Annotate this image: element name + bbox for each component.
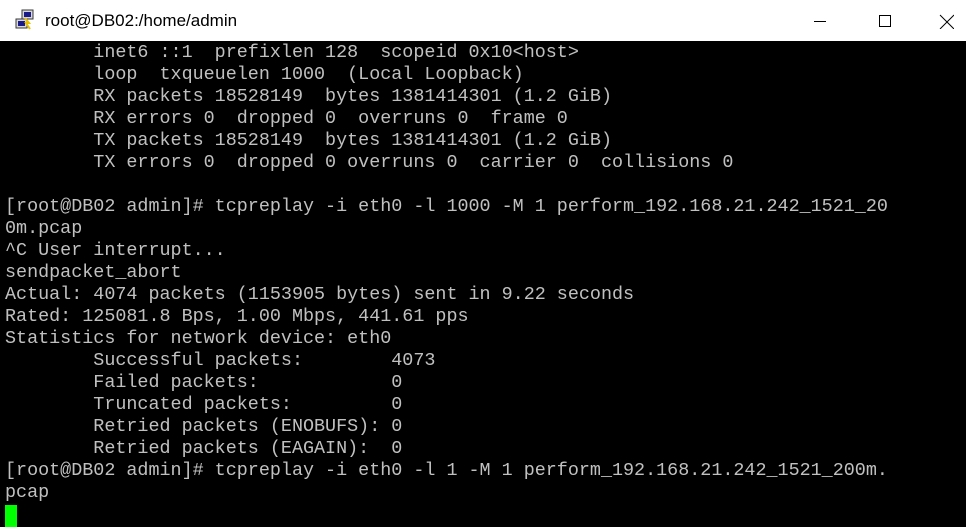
terminal-line: Statistics for network device: eth0 bbox=[5, 328, 392, 349]
close-button[interactable] bbox=[925, 0, 966, 41]
terminal-window: root@DB02:/home/admin inet6 ::1 prefixle… bbox=[0, 0, 966, 527]
terminal-line: sendpacket_abort bbox=[5, 262, 182, 283]
maximize-icon bbox=[879, 14, 891, 27]
terminal-line: 0m.pcap bbox=[5, 218, 83, 239]
terminal-output[interactable]: inet6 ::1 prefixlen 128 scopeid 0x10<hos… bbox=[0, 41, 966, 527]
terminal-line: ^C User interrupt... bbox=[5, 240, 226, 261]
terminal-line: inet6 ::1 prefixlen 128 scopeid 0x10<hos… bbox=[5, 42, 579, 63]
terminal-line: [root@DB02 admin]# tcpreplay -i eth0 -l … bbox=[5, 460, 888, 481]
terminal-lines: inet6 ::1 prefixlen 128 scopeid 0x10<hos… bbox=[5, 42, 888, 504]
putty-terminal-icon[interactable] bbox=[15, 9, 35, 31]
terminal-cursor bbox=[5, 505, 17, 527]
terminal-line: Retried packets (EAGAIN): 0 bbox=[5, 438, 403, 459]
minimize-button[interactable] bbox=[795, 0, 845, 41]
minimize-icon bbox=[814, 20, 826, 22]
terminal-line: TX errors 0 dropped 0 overruns 0 carrier… bbox=[5, 152, 734, 173]
terminal-line: TX packets 18528149 bytes 1381414301 (1.… bbox=[5, 130, 612, 151]
window-title: root@DB02:/home/admin bbox=[45, 11, 238, 30]
terminal-line: loop txqueuelen 1000 (Local Loopback) bbox=[5, 64, 524, 85]
terminal-line: Successful packets: 4073 bbox=[5, 350, 436, 371]
title-bar[interactable]: root@DB02:/home/admin bbox=[0, 0, 966, 41]
terminal-line: pcap bbox=[5, 482, 50, 503]
terminal-line: Retried packets (ENOBUFS): 0 bbox=[5, 416, 403, 437]
maximize-button[interactable] bbox=[860, 0, 910, 41]
terminal-line: Failed packets: 0 bbox=[5, 372, 403, 393]
close-icon bbox=[939, 14, 954, 29]
terminal-line: RX packets 18528149 bytes 1381414301 (1.… bbox=[5, 86, 612, 107]
terminal-line: [root@DB02 admin]# tcpreplay -i eth0 -l … bbox=[5, 196, 888, 217]
terminal-line: Rated: 125081.8 Bps, 1.00 Mbps, 441.61 p… bbox=[5, 306, 469, 327]
terminal-line: Truncated packets: 0 bbox=[5, 394, 403, 415]
terminal-line: RX errors 0 dropped 0 overruns 0 frame 0 bbox=[5, 108, 568, 129]
terminal-line: Actual: 4074 packets (1153905 bytes) sen… bbox=[5, 284, 635, 305]
